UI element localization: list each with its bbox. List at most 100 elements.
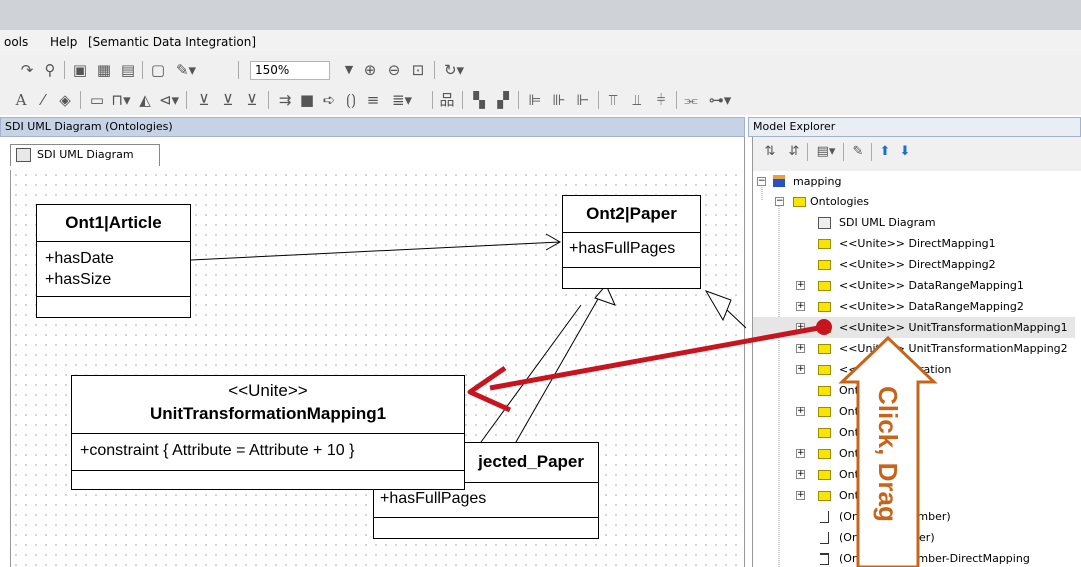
line-color-icon[interactable]: ⁄ (34, 90, 52, 110)
arrow-icon[interactable]: ➪ (320, 90, 338, 110)
align-icon[interactable]: ⊻ (218, 90, 238, 110)
move-up-icon[interactable]: ⬆ (877, 142, 893, 162)
zoom-out-icon[interactable]: ⊖ (384, 60, 404, 80)
align-icon[interactable]: ⊻ (242, 90, 262, 110)
diagram-icon (16, 148, 31, 162)
route-icon[interactable]: ⊲▾ (158, 90, 180, 110)
diagram-icon (818, 217, 831, 229)
expand-icon[interactable]: + (796, 449, 805, 458)
font-icon[interactable]: A (12, 90, 30, 110)
attribute: +hasDate (45, 250, 114, 267)
grid-icon[interactable]: ▦ (94, 60, 114, 80)
toolbar-separator (434, 61, 435, 79)
class-icon (818, 281, 831, 291)
class-icon (818, 344, 831, 354)
redo-icon[interactable]: ↷ (18, 60, 36, 80)
class-operations (374, 518, 598, 534)
align-left-icon[interactable]: ⊫ (526, 90, 544, 110)
tab-sdi-uml-diagram[interactable]: SDI UML Diagram (10, 144, 160, 166)
tree-item-selected[interactable]: + <<Unite>> UnitTransformationMapping1 (753, 317, 1075, 338)
distribute-vertical-icon[interactable]: ⊶▾ (706, 90, 734, 110)
format-toolbar: A ⁄ ◈ ▭ ⊓▾ ◭ ⊲▾ ⊻ ⊻ ⊻ ⇉ ■ ➪ ⟮⟯ ≡ ≣▾ 品 ▚ … (0, 85, 1081, 115)
toolbar-separator (186, 91, 187, 109)
zoom-level-input[interactable]: 150% (250, 61, 330, 80)
hierarchy-icon[interactable]: 品 (438, 90, 456, 110)
toolbar-separator (871, 143, 872, 161)
sort-ascending-icon[interactable]: ⇅ (761, 142, 779, 162)
filter-icon[interactable]: ▤▾ (813, 142, 839, 162)
expand-icon[interactable]: + (796, 470, 805, 479)
bracket-icon[interactable]: ⟮⟯ (342, 90, 360, 110)
toolbar-separator (142, 61, 143, 79)
toolbar-separator (80, 91, 81, 109)
diagram-tab-bar: SDI UML Diagram (0, 137, 745, 170)
menu-tools[interactable]: ools (4, 35, 28, 49)
layout-icon[interactable]: ▤ (118, 60, 138, 80)
block-icon[interactable]: ■ (298, 90, 316, 110)
expand-icon[interactable]: + (796, 344, 805, 353)
association-line[interactable] (190, 241, 561, 261)
expand-icon[interactable]: + (796, 302, 805, 311)
fit-window-icon[interactable]: ⊡ (408, 60, 428, 80)
format-icon[interactable]: ✎▾ (172, 60, 200, 80)
refresh-icon[interactable]: ↻▾ (440, 60, 468, 80)
image-icon[interactable]: ▢ (148, 60, 168, 80)
align-right-icon[interactable]: ⊩ (574, 90, 592, 110)
align-middle-icon[interactable]: ⫫ (628, 90, 646, 110)
expand-icon[interactable]: + (796, 407, 805, 416)
tree-label: SDI UML Diagram (839, 216, 936, 229)
class-ont2-paper[interactable]: Ont2|Paper +hasFullPages (562, 195, 701, 289)
menu-semantic-data-integration[interactable]: [Semantic Data Integration] (88, 35, 256, 49)
class-attributes: +constraint { Attribute = Attribute + 10… (72, 434, 464, 471)
expand-icon[interactable]: + (796, 491, 805, 500)
generalization-line[interactable] (480, 304, 582, 443)
paint-icon[interactable]: ◭ (136, 90, 154, 110)
fill-icon[interactable]: ◈ (56, 90, 74, 110)
sort-descending-icon[interactable]: ⇵ (785, 142, 803, 162)
class-operations (37, 297, 190, 313)
text-icon[interactable]: ≡ (364, 90, 382, 110)
align-icon[interactable]: ⊻ (194, 90, 214, 110)
class-icon (818, 428, 831, 438)
tree-label: <<Unite>> DataRangeMapping2 (839, 300, 1024, 313)
class-unit-transformation-mapping1[interactable]: <<Unite>> UnitTransformationMapping1 +co… (71, 375, 465, 490)
menu-help[interactable]: Help (50, 35, 77, 49)
expand-icon[interactable]: + (796, 323, 805, 332)
zoom-dropdown-icon[interactable]: ▼ (342, 60, 356, 80)
collapse-icon[interactable]: − (775, 197, 784, 206)
class-operations (563, 268, 700, 284)
toolbar-separator (432, 91, 433, 109)
arrange-icon[interactable]: ⇉ (276, 90, 294, 110)
generalization-line[interactable] (726, 309, 746, 329)
shape-icon[interactable]: ▭ (88, 90, 106, 110)
class-ont1-article[interactable]: Ont1|Article +hasDate +hasSize (36, 204, 191, 318)
find-icon[interactable]: ⚲ (40, 60, 60, 80)
class-icon (818, 260, 831, 270)
tree-label: (Ont1|Pe...|Member-DirectMapping (839, 552, 1030, 565)
send-back-icon[interactable]: ▞ (494, 90, 512, 110)
class-icon (818, 239, 831, 249)
connector-icon[interactable]: ⊓▾ (110, 90, 132, 110)
move-down-icon[interactable]: ⬇ (897, 142, 913, 162)
expand-icon[interactable]: + (796, 281, 805, 290)
align-center-icon[interactable]: ⊪ (550, 90, 568, 110)
align-top-icon[interactable]: ⫪ (604, 90, 622, 110)
class-stereotype: <<Unite>> (228, 381, 308, 400)
class-icon (818, 302, 831, 312)
zoom-in-icon[interactable]: ⊕ (360, 60, 380, 80)
attribute: +hasSize (45, 271, 112, 288)
toolbar-separator (598, 91, 599, 109)
attribute: +hasFullPages (380, 490, 487, 507)
properties-icon[interactable]: ✎ (849, 142, 867, 162)
bring-front-icon[interactable]: ▚ (470, 90, 488, 110)
collapse-icon[interactable]: − (757, 177, 766, 186)
generalization-line[interactable] (515, 284, 607, 443)
align-bottom-icon[interactable]: ⫩ (652, 90, 670, 110)
text-format-icon[interactable]: ≣▾ (388, 90, 416, 110)
distribute-icon[interactable]: ⫘ (682, 90, 700, 110)
toolbar-separator (518, 91, 519, 109)
diagram-canvas[interactable]: Ont1|Article +hasDate +hasSize Ont2|Pape… (10, 170, 746, 567)
expand-icon[interactable]: + (796, 365, 805, 374)
tree-label: <<Unite>> DirectMapping2 (839, 258, 996, 271)
diagram-tool-icon[interactable]: ▣ (70, 60, 90, 80)
